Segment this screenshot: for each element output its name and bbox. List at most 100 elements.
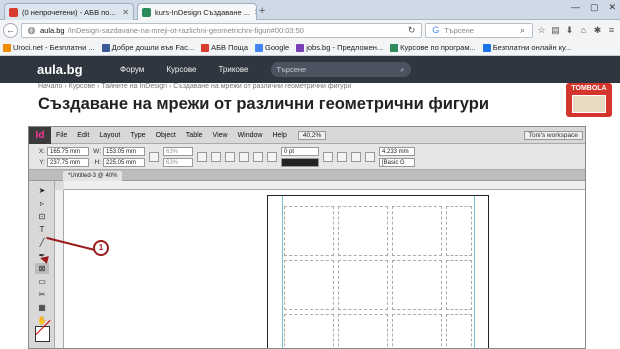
scissors-tool-icon[interactable]: ✂ xyxy=(35,289,49,300)
indesign-window: Id File Edit Layout Type Object Table Vi… xyxy=(28,126,586,349)
grid-frame[interactable] xyxy=(284,260,334,310)
shear-icon[interactable] xyxy=(211,151,221,162)
site-nav: Форум Курсове Трикове xyxy=(120,65,249,74)
x-field[interactable]: 165.75 mm xyxy=(47,146,89,156)
stroke-swatch-icon[interactable] xyxy=(267,151,277,162)
effects-icon[interactable] xyxy=(323,151,333,162)
type-tool-icon[interactable]: T xyxy=(35,224,49,235)
url-path: /InDesign-sazdavane-na-mreji-ot-razlichn… xyxy=(67,25,304,35)
menu-help[interactable]: Help xyxy=(267,132,291,139)
object-style-select[interactable]: [Basic G xyxy=(379,157,415,167)
bookmark-facebook[interactable]: Добре дошли във Fac... xyxy=(101,43,194,52)
star-icon[interactable]: ☆ xyxy=(536,25,547,36)
menu-object[interactable]: Object xyxy=(151,132,181,139)
browser-search-input[interactable]: G Търсене ⌕ xyxy=(425,22,533,38)
menu-window[interactable]: Window xyxy=(233,132,268,139)
back-icon[interactable]: ← xyxy=(3,22,18,38)
stroke-fields: 0 pt xyxy=(281,146,319,167)
w-field[interactable]: 153.05 mm xyxy=(103,146,145,156)
wrap-icon[interactable] xyxy=(337,151,347,162)
workspace-select[interactable]: Toni's workspace xyxy=(523,130,583,140)
bookmark-courses[interactable]: Курсове по програм... xyxy=(390,43,476,52)
menu-icon[interactable]: ≡ xyxy=(606,25,617,36)
maximize-icon[interactable]: ▢ xyxy=(590,2,599,13)
browser-tab-course[interactable]: kurs-InDesign Създаване ... ✕ xyxy=(137,3,257,20)
site-search-input[interactable]: Търсене ⌕ xyxy=(270,62,411,77)
select-container-icon[interactable] xyxy=(239,151,249,162)
new-tab-icon[interactable]: + xyxy=(259,5,265,17)
site-header: aula.bg Форум Курсове Трикове Търсене ⌕ xyxy=(0,56,620,83)
selection-tool-icon[interactable]: ➤ xyxy=(35,185,49,196)
bookmark-abv[interactable]: АБВ Поща xyxy=(201,43,248,52)
site-search-placeholder: Търсене xyxy=(276,65,307,74)
nav-courses[interactable]: Курсове xyxy=(166,65,196,74)
addon-icon[interactable]: ✱ xyxy=(592,25,603,36)
aula-icon xyxy=(142,7,151,17)
stroke-weight-field[interactable]: 0 pt xyxy=(281,146,319,156)
home-icon[interactable]: ⌂ xyxy=(578,25,589,36)
grid-frame[interactable] xyxy=(446,260,472,310)
indesign-menu-bar: Id File Edit Layout Type Object Table Vi… xyxy=(29,127,585,144)
bookmark-online[interactable]: Безплатни онлайн ку... xyxy=(482,43,571,52)
rotate-icon[interactable] xyxy=(197,151,207,162)
direct-selection-tool-icon[interactable]: ▹ xyxy=(35,198,49,209)
grid-frame[interactable] xyxy=(392,206,442,256)
bookmark-uroci[interactable]: Uroci.net - Безплатни ... xyxy=(3,43,95,52)
zoom-select[interactable]: 40,2% xyxy=(297,130,327,140)
download-icon[interactable]: ⬇ xyxy=(564,25,575,36)
fill-stroke-icon[interactable] xyxy=(35,326,50,342)
fill-swatch-icon[interactable] xyxy=(253,151,263,162)
menu-file[interactable]: File xyxy=(51,132,72,139)
breadcrumb[interactable]: Начало › Курсове › Тайните на InDesign ›… xyxy=(38,83,351,90)
scale-x-field[interactable]: 63% xyxy=(163,146,193,156)
grid-frame[interactable] xyxy=(338,206,388,256)
grid-frame[interactable] xyxy=(284,206,334,256)
fit-frame-icon[interactable] xyxy=(365,151,375,162)
corner-size-field[interactable]: 4.233 mm xyxy=(379,146,415,156)
reload-icon[interactable]: ↻ xyxy=(406,25,417,36)
flip-icon[interactable] xyxy=(225,151,235,162)
hand-tool-icon[interactable]: ✋ xyxy=(35,315,49,326)
close-icon[interactable]: ✕ xyxy=(250,8,256,17)
rectangle-tool-icon[interactable]: ▭ xyxy=(35,276,49,287)
reading-list-icon[interactable]: ▤ xyxy=(550,25,561,36)
search-icon[interactable]: ⌕ xyxy=(517,25,528,36)
grid-frame[interactable] xyxy=(392,260,442,310)
grid-frame[interactable] xyxy=(392,314,442,348)
menu-view[interactable]: View xyxy=(208,132,233,139)
scale-y-field[interactable]: 63% xyxy=(163,157,193,167)
browser-tab-mail[interactable]: (0 непрочетени) - АБВ по... ✕ xyxy=(4,3,134,20)
gradient-tool-icon[interactable]: ▦ xyxy=(35,302,49,313)
close-window-icon[interactable]: ✕ xyxy=(608,2,616,13)
grid-frame[interactable] xyxy=(338,260,388,310)
bookmark-jobs[interactable]: jobs.bg - Предложен... xyxy=(296,43,383,52)
pasteboard[interactable] xyxy=(64,190,585,348)
rectangle-frame-tool-icon[interactable]: ⊠ xyxy=(35,263,49,274)
stroke-type-select[interactable] xyxy=(281,157,319,167)
y-field[interactable]: 237.75 mm xyxy=(47,157,89,167)
menu-type[interactable]: Type xyxy=(125,132,150,139)
tombola-promo[interactable]: TOMBOLA xyxy=(566,83,612,117)
grid-frame[interactable] xyxy=(284,314,334,348)
grid-frame[interactable] xyxy=(446,314,472,348)
position-fields: X: 165.75 mm Y: 237.75 mm xyxy=(37,146,89,167)
menu-table[interactable]: Table xyxy=(181,132,208,139)
close-icon[interactable]: ✕ xyxy=(118,8,129,17)
document-page[interactable] xyxy=(267,195,489,348)
page-tool-icon[interactable]: ⊡ xyxy=(35,211,49,222)
address-bar[interactable]: ◍ aula.bg /InDesign-sazdavane-na-mreji-o… xyxy=(21,22,423,38)
search-icon[interactable]: ⌕ xyxy=(400,65,404,75)
align-icon[interactable] xyxy=(351,151,361,162)
menu-layout[interactable]: Layout xyxy=(94,132,125,139)
menu-edit[interactable]: Edit xyxy=(72,132,94,139)
bookmark-google[interactable]: Google xyxy=(255,43,289,52)
grid-frame[interactable] xyxy=(338,314,388,348)
nav-tricks[interactable]: Трикове xyxy=(218,65,248,74)
h-field[interactable]: 225.05 mm xyxy=(103,157,145,167)
minimize-icon[interactable]: — xyxy=(571,2,580,13)
nav-forum[interactable]: Форум xyxy=(120,65,144,74)
document-tab[interactable]: *Untitled-3 @ 40% xyxy=(63,171,123,181)
grid-frame[interactable] xyxy=(446,206,472,256)
site-logo[interactable]: aula.bg xyxy=(37,62,97,77)
constrain-icon[interactable] xyxy=(149,151,159,162)
